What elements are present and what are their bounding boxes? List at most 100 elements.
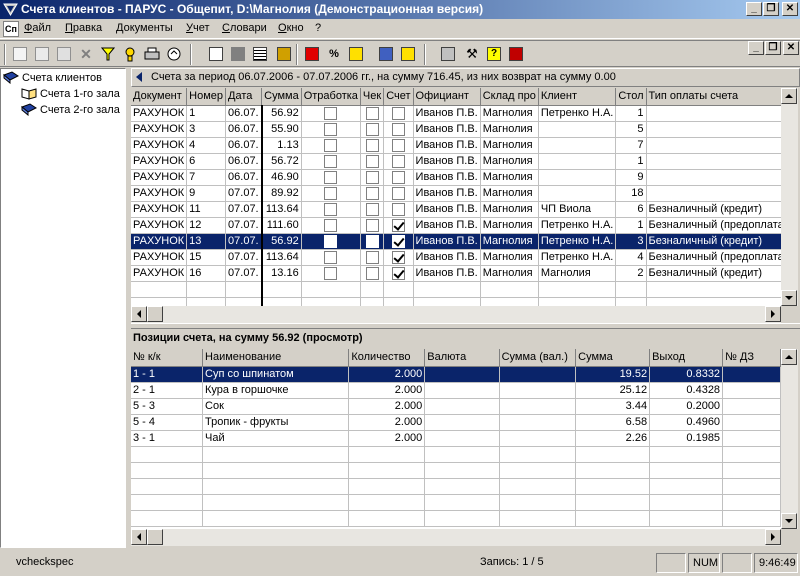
column-header[interactable]: Сумма [575, 349, 651, 367]
tools-icon[interactable]: ⚒ [462, 44, 482, 64]
column-header[interactable]: Тип оплаты счета [646, 88, 781, 106]
scroll-right-button[interactable] [765, 306, 781, 322]
column-header[interactable]: Наименование [202, 349, 350, 367]
menu-window[interactable]: Окно [278, 22, 304, 34]
checkbox-schet[interactable] [391, 218, 405, 232]
scroll-up-button[interactable] [781, 349, 797, 365]
checkbox-otr[interactable] [324, 170, 338, 184]
checkbox-otr[interactable] [324, 218, 338, 232]
info-icon[interactable] [398, 44, 418, 64]
tree-item-root[interactable]: Счета клиентов [3, 71, 102, 85]
users-icon[interactable] [376, 44, 396, 64]
checkbox-schet[interactable] [391, 138, 405, 152]
column-header[interactable]: Чек [360, 88, 385, 106]
edit-icon[interactable] [54, 44, 74, 64]
checkbox-chek[interactable] [365, 154, 379, 168]
column-header[interactable]: Сумма (вал.) [499, 349, 577, 367]
menu-edit[interactable]: Правка [65, 22, 102, 34]
invoices-vertical-scrollbar[interactable] [781, 88, 798, 306]
title-bar[interactable]: Счета клиентов - ПАРУС - Общепит, D:\Маг… [0, 0, 800, 19]
checkbox-schet[interactable] [391, 266, 405, 280]
calc-icon[interactable] [438, 44, 458, 64]
column-header[interactable]: Клиент [538, 88, 617, 106]
invoice-row[interactable]: РАХУНОК 13 07.07. 56.92 Иванов П.В. Магнолия П… [131, 233, 781, 250]
scroll-up-button[interactable] [781, 88, 797, 104]
positions-grid[interactable]: № к/к Наименование Количество Валюта Сумма (… [131, 349, 781, 529]
menu-help[interactable]: ? [315, 22, 321, 34]
refresh-icon[interactable] [164, 44, 184, 64]
maximize-button[interactable]: ❐ [763, 2, 779, 16]
checkbox-chek[interactable] [365, 186, 379, 200]
checkbox-schet[interactable] [391, 234, 405, 248]
checkbox-chek[interactable] [365, 234, 379, 248]
print-icon[interactable] [142, 44, 162, 64]
checkbox-schet[interactable] [391, 202, 405, 216]
invoice-row[interactable]: РАХУНОК 16 07.07. 13.16 Иванов П.В. Магнолия М… [131, 265, 781, 282]
filter-icon[interactable] [98, 44, 118, 64]
column-header[interactable]: Стол [615, 88, 647, 106]
vertical-splitter[interactable] [126, 68, 130, 548]
checkbox-otr[interactable] [324, 250, 338, 264]
stamp-icon[interactable] [228, 44, 248, 64]
column-header[interactable]: № ДЗ [722, 349, 781, 367]
collapse-arrow-icon[interactable] [136, 72, 142, 82]
checkbox-chek[interactable] [365, 218, 379, 232]
checkbox-otr[interactable] [324, 186, 338, 200]
invoice-row[interactable]: РАХУНОК 12 07.07. 111.60 Иванов П.В. Магнолия… [131, 217, 781, 234]
position-row[interactable]: 2 - 1 Кура в горшочке 2.000 25.12 0.4328 [131, 382, 781, 399]
scroll-thumb[interactable] [147, 306, 163, 322]
film-icon[interactable] [274, 44, 294, 64]
invoice-row[interactable]: РАХУНОК 6 06.07. 56.72 Иванов П.В. Магнолия 1 [131, 153, 781, 170]
exit-icon[interactable] [506, 44, 526, 64]
checkbox-schet[interactable] [391, 106, 405, 120]
checkbox-otr[interactable] [324, 202, 338, 216]
position-row[interactable]: 3 - 1 Чай 2.000 2.26 0.1985 [131, 430, 781, 447]
position-row[interactable]: 5 - 4 Тропик - фрукты 2.000 6.58 0.4960 [131, 414, 781, 431]
help-icon[interactable]: ? [484, 44, 504, 64]
tree-item-hall-1[interactable]: Счета 1-го зала [21, 87, 120, 100]
checkbox-schet[interactable] [391, 170, 405, 184]
menu-documents[interactable]: Документы [116, 22, 173, 34]
checkbox-chek[interactable] [365, 266, 379, 280]
invoice-row[interactable]: РАХУНОК 3 06.07. 55.90 Иванов П.В. Магнолия 5 [131, 121, 781, 138]
scroll-left-button[interactable] [131, 306, 147, 322]
copy-icon[interactable] [32, 44, 52, 64]
add-icon[interactable] [10, 44, 30, 64]
delete-icon[interactable]: ✕ [76, 44, 96, 64]
column-header[interactable]: Валюта [424, 349, 500, 367]
column-header[interactable]: Выход [649, 349, 724, 367]
minimize-button[interactable]: _ [746, 2, 762, 16]
column-header[interactable]: Официант [413, 88, 481, 106]
scroll-thumb[interactable] [147, 529, 163, 545]
tree-item-hall-2[interactable]: Счета 2-го зала [21, 103, 120, 117]
checkbox-chek[interactable] [365, 250, 379, 264]
scroll-left-button[interactable] [131, 529, 147, 545]
scroll-right-button[interactable] [765, 529, 781, 545]
invoices-horizontal-scrollbar[interactable] [131, 306, 781, 323]
checkbox-otr[interactable] [324, 122, 338, 136]
invoice-row[interactable]: РАХУНОК 1 06.07. 56.92 Иванов П.В. Магнолия Пе… [131, 105, 781, 122]
checkbox-otr[interactable] [324, 154, 338, 168]
document-menu-icon[interactable]: Сп [3, 21, 19, 37]
checkbox-otr[interactable] [324, 234, 338, 248]
menu-file[interactable]: Файл [24, 22, 51, 34]
checkbox-schet[interactable] [391, 122, 405, 136]
checkbox-schet[interactable] [391, 186, 405, 200]
column-header[interactable]: Номер [186, 88, 227, 106]
horizontal-splitter[interactable] [131, 323, 800, 329]
invoice-row[interactable]: РАХУНОК 11 07.07. 113.64 Иванов П.В. Магнолия… [131, 201, 781, 218]
column-header[interactable]: Документ [131, 88, 188, 106]
search-icon[interactable] [120, 44, 140, 64]
positions-horizontal-scrollbar[interactable] [131, 529, 781, 546]
column-header[interactable]: Счет [383, 88, 414, 106]
scroll-down-button[interactable] [781, 290, 797, 306]
invoice-row[interactable]: РАХУНОК 15 07.07. 113.64 Иванов П.В. Магнолия… [131, 249, 781, 266]
close-button[interactable]: ✕ [782, 2, 798, 16]
positions-vertical-scrollbar[interactable] [781, 349, 798, 529]
checkbox-otr[interactable] [324, 266, 338, 280]
invoice-row[interactable]: РАХУНОК 9 07.07. 89.92 Иванов П.В. Магнолия 18 [131, 185, 781, 202]
invoice-row[interactable]: РАХУНОК 7 06.07. 46.90 Иванов П.В. Магнолия 9 [131, 169, 781, 186]
position-row[interactable]: 1 - 1 Суп со шпинатом 2.000 19.52 0.8332 [131, 366, 781, 383]
column-header[interactable]: Склад про [480, 88, 539, 106]
checkbox-schet[interactable] [391, 250, 405, 264]
